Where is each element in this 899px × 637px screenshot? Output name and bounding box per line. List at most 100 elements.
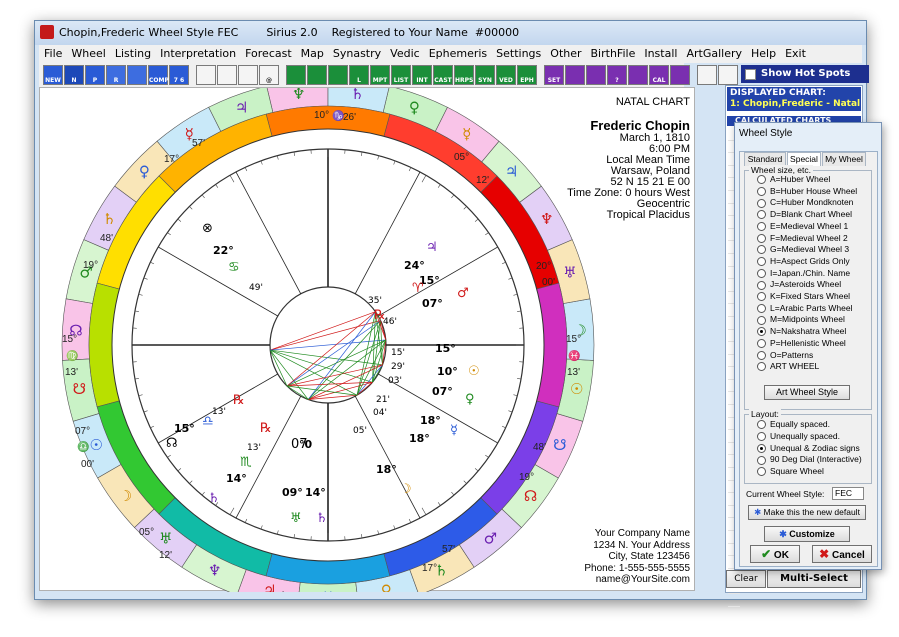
multi-select-button[interactable]: Multi-Select (767, 570, 861, 588)
radio-button[interactable] (757, 303, 766, 313)
toolbar-mpt-button[interactable]: MPT (370, 65, 390, 85)
radio-button[interactable] (757, 443, 766, 453)
menu-settings[interactable]: Settings (491, 45, 545, 60)
radio-button[interactable] (757, 327, 766, 337)
radio-button[interactable] (757, 467, 766, 477)
toolbar-atlas-button[interactable] (586, 65, 606, 85)
radio-option[interactable]: H=Aspect Grids Only (757, 256, 850, 267)
menu-install[interactable]: Install (639, 45, 681, 60)
toolbar-zoomin-button[interactable] (697, 65, 717, 85)
toolbar-help-button[interactable]: ? (607, 65, 627, 85)
toolbar-p-button[interactable]: P (85, 65, 105, 85)
radio-option[interactable]: K=Fixed Stars Wheel (757, 291, 850, 302)
radio-option[interactable]: G=Medieval Wheel 3 (757, 244, 849, 255)
radio-option[interactable]: P=Hellenistic Wheel (757, 338, 846, 349)
toolbar-num-button[interactable]: 7 6 (169, 65, 189, 85)
radio-button[interactable] (757, 186, 766, 196)
radio-button[interactable] (757, 350, 766, 360)
menu-wheel[interactable]: Wheel (66, 45, 109, 60)
radio-button[interactable] (757, 198, 766, 208)
radio-button[interactable] (757, 315, 766, 325)
radio-button[interactable] (757, 280, 766, 290)
toolbar-cal-button[interactable]: CAL (649, 65, 669, 85)
toolbar-set-button[interactable]: SET (544, 65, 564, 85)
radio-option[interactable]: C=Huber Mondknoten (757, 197, 853, 208)
radio-option[interactable]: Square Wheel (757, 466, 824, 477)
menu-artgallery[interactable]: ArtGallery (681, 45, 746, 60)
chart-list-row[interactable] (728, 594, 740, 607)
ok-button[interactable]: ✔ OK (750, 545, 800, 563)
radio-option[interactable]: I=Japan./Chin. Name (757, 268, 850, 278)
radio-button[interactable] (757, 245, 766, 255)
radio-button[interactable] (757, 222, 766, 232)
radio-option[interactable]: N=Nakshatra Wheel (757, 326, 846, 337)
toolbar-wheel1-button[interactable] (286, 65, 306, 85)
toolbar-wheel4-button[interactable]: L (349, 65, 369, 85)
toolbar-ved-button[interactable]: VED (496, 65, 516, 85)
menu-file[interactable]: File (39, 45, 66, 60)
radio-button[interactable] (757, 210, 766, 220)
tab-standard[interactable]: Standard (744, 152, 786, 166)
cancel-button[interactable]: ✖ Cancel (812, 545, 872, 563)
toolbar-wheel2-button[interactable] (307, 65, 327, 85)
checkbox-box[interactable] (745, 69, 756, 80)
radio-button[interactable] (757, 420, 766, 430)
menu-birthfile[interactable]: BirthFile (586, 45, 640, 60)
toolbar-list-button[interactable]: LIST (391, 65, 411, 85)
toolbar-harm-button[interactable]: HRPS (454, 65, 474, 85)
menu-exit[interactable]: Exit (780, 45, 810, 60)
toolbar-arrow-button[interactable] (127, 65, 147, 85)
radio-option[interactable]: Unequally spaced. (757, 431, 840, 442)
toolbar-cast-button[interactable]: CAST (433, 65, 453, 85)
radio-option[interactable]: F=Medieval Wheel 2 (757, 233, 848, 243)
tab-my-wheel[interactable]: My Wheel (822, 152, 866, 166)
menu-other[interactable]: Other (545, 45, 585, 60)
radio-option[interactable]: Unequal & Zodiac signs (757, 443, 860, 453)
art-wheel-style-button[interactable]: Art Wheel Style (764, 385, 850, 400)
radio-button[interactable] (757, 432, 766, 442)
radio-button[interactable] (757, 455, 766, 465)
make-default-button[interactable]: ✱ Make this the new default (748, 505, 866, 520)
title-bar[interactable]: Chopin,Frederic Wheel Style FEC Sirius 2… (35, 21, 866, 45)
toolbar-zoomout-button[interactable] (718, 65, 738, 85)
toolbar-astro-button[interactable] (628, 65, 648, 85)
toolbar-print-button[interactable] (238, 65, 258, 85)
radio-option[interactable]: E=Medieval Wheel 1 (757, 221, 848, 232)
toolbar-comp-button[interactable]: COMP (148, 65, 169, 85)
customize-button[interactable]: ✱ Customize (764, 526, 850, 542)
radio-option[interactable]: ART WHEEL (757, 361, 819, 372)
radio-option[interactable]: J=Asteroids Wheel (757, 279, 841, 290)
menu-ephemeris[interactable]: Ephemeris (424, 45, 491, 60)
radio-button[interactable] (757, 233, 766, 243)
menu-vedic[interactable]: Vedic (385, 45, 424, 60)
radio-button[interactable] (757, 292, 766, 302)
toolbar-r-button[interactable]: R (106, 65, 126, 85)
radio-option[interactable]: B=Huber House Wheel (757, 186, 857, 196)
radio-option[interactable]: L=Arabic Parts Wheel (757, 303, 852, 313)
displayed-chart-value[interactable]: 1: Chopin,Frederic - Natal (730, 99, 860, 109)
toolbar-int-button[interactable]: INT (412, 65, 432, 85)
chart-canvas[interactable]: ♆♃☿♀♄♂☊☋☉☽♅♆♃☿♀♄♂☊☋☉☽♅♆♃☿♀♄10°♑26'57'17°… (39, 87, 695, 592)
menu-help[interactable]: Help (746, 45, 780, 60)
menu-interpretation[interactable]: Interpretation (155, 45, 240, 60)
menu-listing[interactable]: Listing (110, 45, 155, 60)
toolbar-save-button[interactable] (217, 65, 237, 85)
toolbar-eph-button[interactable]: EPH (517, 65, 537, 85)
radio-option[interactable]: O=Patterns (757, 350, 813, 360)
radio-option[interactable]: D=Blank Chart Wheel (757, 209, 852, 220)
toolbar-moon-button[interactable] (670, 65, 690, 85)
radio-option[interactable]: Equally spaced. (757, 419, 830, 430)
radio-option[interactable]: M=Midpoints Wheel (757, 314, 845, 325)
radio-button[interactable] (757, 257, 766, 267)
toolbar-copy-button[interactable] (196, 65, 216, 85)
toolbar-new-button[interactable]: NEW (43, 65, 63, 85)
toolbar-clock-button[interactable] (565, 65, 585, 85)
menu-forecast[interactable]: Forecast (240, 45, 296, 60)
radio-button[interactable] (757, 268, 766, 278)
toolbar-np-button[interactable]: N (64, 65, 84, 85)
show-hot-spots-checkbox[interactable]: Show Hot Spots (741, 65, 869, 83)
radio-button[interactable] (757, 362, 766, 372)
menu-map[interactable]: Map (296, 45, 328, 60)
radio-button[interactable] (757, 175, 766, 185)
current-wheel-style-input[interactable]: FEC (832, 487, 864, 500)
